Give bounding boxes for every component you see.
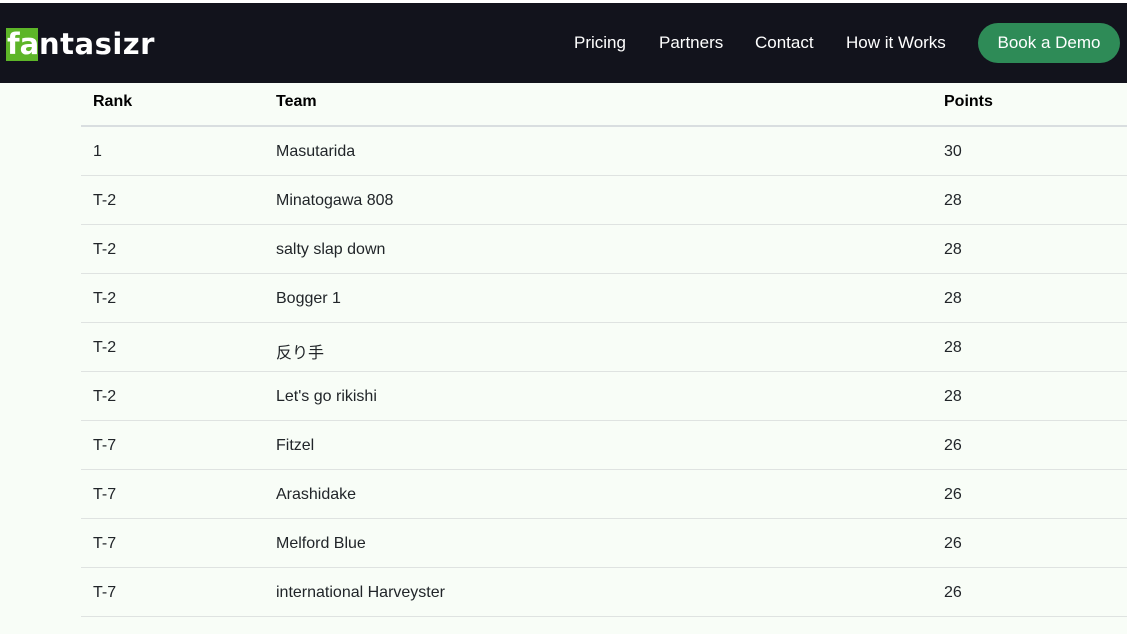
column-header-rank: Rank (93, 93, 133, 110)
table-row: T-7 Melford Blue 26 (81, 519, 1127, 568)
rank-cell: T-2 (93, 339, 117, 356)
table-row: T-2 Let's go rikishi 28 (81, 372, 1127, 421)
points-cell: 26 (944, 486, 962, 503)
table-row: T-2 反り手 28 (81, 323, 1127, 372)
rank-cell: T-2 (93, 192, 117, 209)
nav-link-partners[interactable]: Partners (659, 33, 723, 53)
rank-cell: T-2 (93, 388, 117, 405)
points-cell: 28 (944, 339, 962, 356)
points-cell: 28 (944, 241, 962, 258)
rank-cell: T-7 (93, 437, 117, 454)
points-cell: 28 (944, 192, 962, 209)
column-header-team: Team (276, 93, 317, 110)
team-cell: Minatogawa 808 (276, 192, 394, 209)
team-cell: Let's go rikishi (276, 388, 377, 405)
rank-cell: 1 (93, 143, 102, 160)
table-row: T-2 Minatogawa 808 28 (81, 176, 1127, 225)
table-body: 1 Masutarida 30 T-2 Minatogawa 808 28 T-2 salty… (81, 127, 1127, 617)
navbar: fa ntasizr Pricing Partners Contact How … (0, 3, 1127, 83)
team-cell: salty slap down (276, 241, 386, 258)
points-cell: 30 (944, 143, 962, 160)
points-cell: 26 (944, 437, 962, 454)
table-row: T-2 salty slap down 28 (81, 225, 1127, 274)
points-cell: 26 (944, 535, 962, 552)
team-cell: Fitzel (276, 437, 315, 454)
rank-cell: T-2 (93, 290, 117, 307)
rank-cell: T-7 (93, 486, 117, 503)
points-cell: 28 (944, 290, 962, 307)
points-cell: 26 (944, 584, 962, 601)
team-cell: Bogger 1 (276, 290, 341, 307)
main-nav: Pricing Partners Contact How it Works (0, 3, 1127, 83)
team-cell: international Harveyster (276, 584, 445, 601)
column-header-points: Points (944, 93, 993, 110)
book-demo-button[interactable]: Book a Demo (978, 23, 1120, 63)
rank-cell: T-7 (93, 584, 117, 601)
table-header: Rank Team Points (81, 83, 1127, 127)
points-cell: 28 (944, 388, 962, 405)
team-cell: 反り手 (276, 345, 325, 362)
leaderboard-table: Rank Team Points 1 Masutarida 30 T-2 Minatog… (81, 83, 1127, 617)
nav-link-how-it-works[interactable]: How it Works (846, 33, 946, 53)
rank-cell: T-7 (93, 535, 117, 552)
table-row: T-7 Fitzel 26 (81, 421, 1127, 470)
nav-link-contact[interactable]: Contact (755, 33, 814, 53)
team-cell: Arashidake (276, 486, 357, 503)
table-row: T-7 international Harveyster 26 (81, 568, 1127, 617)
team-cell: Melford Blue (276, 535, 366, 552)
table-row: T-7 Arashidake 26 (81, 470, 1127, 519)
team-cell: Masutarida (276, 143, 356, 160)
nav-link-pricing[interactable]: Pricing (574, 33, 626, 53)
table-row: 1 Masutarida 30 (81, 127, 1127, 176)
rank-cell: T-2 (93, 241, 117, 258)
table-row: T-2 Bogger 1 28 (81, 274, 1127, 323)
